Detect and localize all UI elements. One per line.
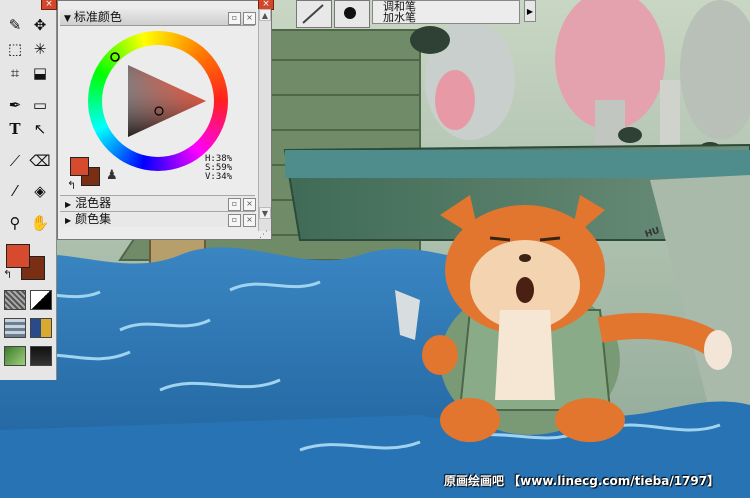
brush-category-button[interactable] xyxy=(296,0,332,28)
pattern-thumb[interactable] xyxy=(4,318,26,338)
panel-close-small-button[interactable]: × xyxy=(243,12,256,25)
zoom-icon[interactable]: ⚲ xyxy=(4,212,26,234)
color-sets-close-button[interactable]: × xyxy=(243,214,256,227)
panel-swap-icon[interactable]: ↰ xyxy=(67,179,76,192)
nozzle-thumb[interactable] xyxy=(4,346,26,366)
brush-stroke-icon xyxy=(302,4,324,24)
swap-colors-icon[interactable]: ↰ xyxy=(3,268,12,281)
toolbox-close-button[interactable]: × xyxy=(41,0,57,10)
brush-dab-icon xyxy=(344,7,356,19)
watermark: 原画绘画吧 【www.linecg.com/tieba/1797】 xyxy=(444,474,720,488)
gradient-thumb[interactable] xyxy=(30,290,52,310)
toolbox-panel: × ✎ ✥ ⬚ ✳ ⌗ ⬓ ✒ ▭ T ↖ ⟋ ⌫ ⁄ ◈ ⚲ ✋ ↰ xyxy=(0,0,57,380)
move-select-icon[interactable]: ✥ xyxy=(29,14,51,36)
scroll-up-icon[interactable]: ▲ xyxy=(259,9,271,21)
pen-icon[interactable]: ✒ xyxy=(4,94,26,116)
pointer-icon[interactable]: ↖ xyxy=(29,118,51,140)
weave-thumb[interactable] xyxy=(30,318,52,338)
color-panel-title: 标准颜色 xyxy=(73,10,122,24)
brush-variant-button[interactable] xyxy=(334,0,370,28)
magic-wand-icon[interactable]: ✳ xyxy=(29,38,51,60)
foreground-color-swatch[interactable] xyxy=(6,244,30,268)
eraser-icon[interactable]: ⌫ xyxy=(29,150,51,172)
dropper-smudge-icon[interactable]: ⟋ xyxy=(4,150,26,172)
color-panel-header[interactable]: ▼ 标准颜色 xyxy=(60,9,255,26)
look-thumb[interactable] xyxy=(30,346,52,366)
crop-icon[interactable]: ⌗ xyxy=(4,62,26,84)
transform-icon[interactable]: ⬓ xyxy=(29,62,51,84)
brush-selector-bar: 调和笔 加水笔 ▶ xyxy=(296,0,536,30)
color-panel: × ▼ 标准颜色 ▫ × ▲ ▼ ↰ ♟ H:38% S:59% V:34% ▶… xyxy=(57,0,274,240)
clone-color-icon[interactable]: ♟ xyxy=(106,168,118,183)
rectangle-icon[interactable]: ▭ xyxy=(29,94,51,116)
resize-grip-icon[interactable]: ⋰ xyxy=(259,230,268,240)
color-sets-minimize-button[interactable]: ▫ xyxy=(228,214,241,227)
panel-foreground-swatch[interactable] xyxy=(70,157,89,176)
panel-minimize-button[interactable]: ▫ xyxy=(228,12,241,25)
paper-texture-thumb[interactable] xyxy=(4,290,26,310)
color-wheel[interactable] xyxy=(88,31,228,171)
brush-dropdown-icon[interactable]: ▶ xyxy=(524,0,536,22)
hsv-readout: H:38% S:59% V:34% xyxy=(205,155,232,182)
expand-triangle-icon[interactable]: ▶ xyxy=(65,197,71,212)
collapse-triangle-icon[interactable]: ▼ xyxy=(64,11,71,27)
eyedropper-icon[interactable]: ⁄ xyxy=(4,180,26,202)
mixer-minimize-button[interactable]: ▫ xyxy=(228,198,241,211)
hand-icon[interactable]: ✋ xyxy=(29,212,51,234)
mixer-close-button[interactable]: × xyxy=(243,198,256,211)
scroll-down-icon[interactable]: ▼ xyxy=(259,207,271,219)
mixer-label: 混色器 xyxy=(75,196,112,210)
brush-variant-list[interactable]: 调和笔 加水笔 xyxy=(372,0,520,24)
color-sets-label: 颜色集 xyxy=(75,212,112,226)
mixer-section[interactable]: ▶ 混色器 xyxy=(60,195,255,211)
value-value: V:34% xyxy=(205,172,233,182)
brush-icon[interactable]: ✎ xyxy=(4,14,26,36)
text-icon[interactable]: T xyxy=(4,118,26,140)
hull-rim xyxy=(285,150,750,178)
bucket-icon[interactable]: ◈ xyxy=(29,180,51,202)
marquee-icon[interactable]: ⬚ xyxy=(4,38,26,60)
color-panel-scrollbar[interactable]: ▲ ▼ xyxy=(258,9,271,231)
color-sets-section[interactable]: ▶ 颜色集 xyxy=(60,211,255,227)
brush-item-water[interactable]: 加水笔 xyxy=(373,12,519,23)
hue-marker xyxy=(110,52,120,62)
expand-triangle-icon[interactable]: ▶ xyxy=(65,213,71,228)
saturation-triangle[interactable] xyxy=(88,31,228,171)
